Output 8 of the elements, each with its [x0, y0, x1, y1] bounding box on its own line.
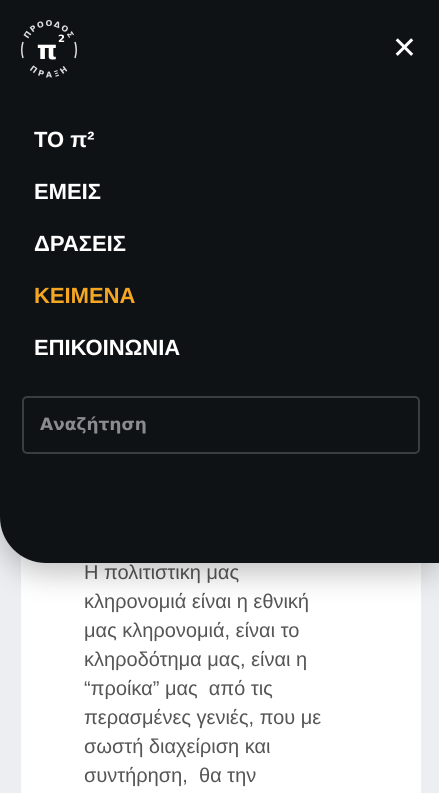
- menu-link[interactable]: ΔΡΑΣΕΙΣ: [34, 228, 126, 259]
- menu-link[interactable]: ΚΕΙΜΕΝΑ: [34, 280, 136, 311]
- close-button[interactable]: ✕: [392, 34, 417, 64]
- menu-link[interactable]: ΤΟ π²: [34, 124, 94, 155]
- article-paragraph: Η πολιτιστικη μας κληρονομιά είναι η εθνική μας κληρονομιά, είναι το κληροδότημα μας, είναι η “προίκα” μας από τις περασμένες γενιές, που με σωστή διαχείριση και συντήρηση, θα την: [84, 561, 322, 789]
- menu-link[interactable]: ΕΜΕΙΣ: [34, 176, 101, 207]
- menu-link[interactable]: ΕΠΙΚΟΙΝΩΝΙΑ: [34, 332, 180, 363]
- search-field[interactable]: Αναζήτηση: [22, 396, 420, 454]
